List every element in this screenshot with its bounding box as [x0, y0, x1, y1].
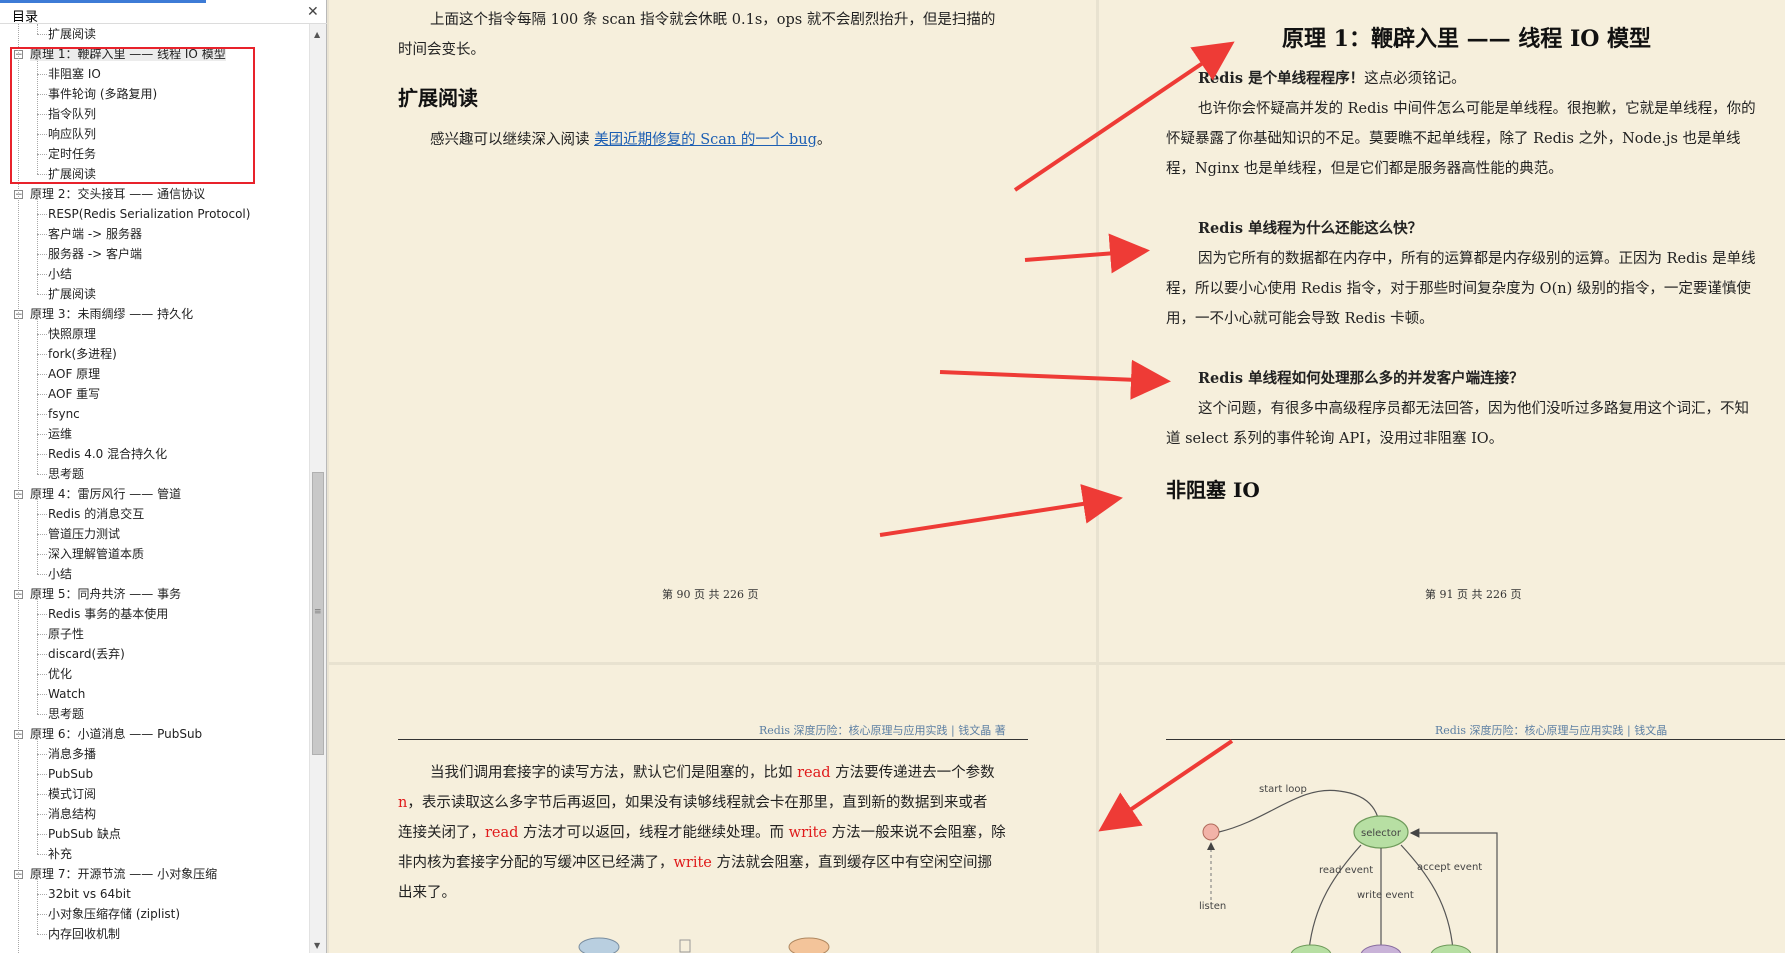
annotation-arrows [879, 41, 1235, 832]
annotation-arrow [1098, 739, 1234, 832]
annotation-arrow [1013, 41, 1235, 192]
annotation-arrow [1024, 233, 1150, 274]
annotation-arrow [879, 484, 1123, 537]
annotation-arrow [939, 359, 1171, 400]
